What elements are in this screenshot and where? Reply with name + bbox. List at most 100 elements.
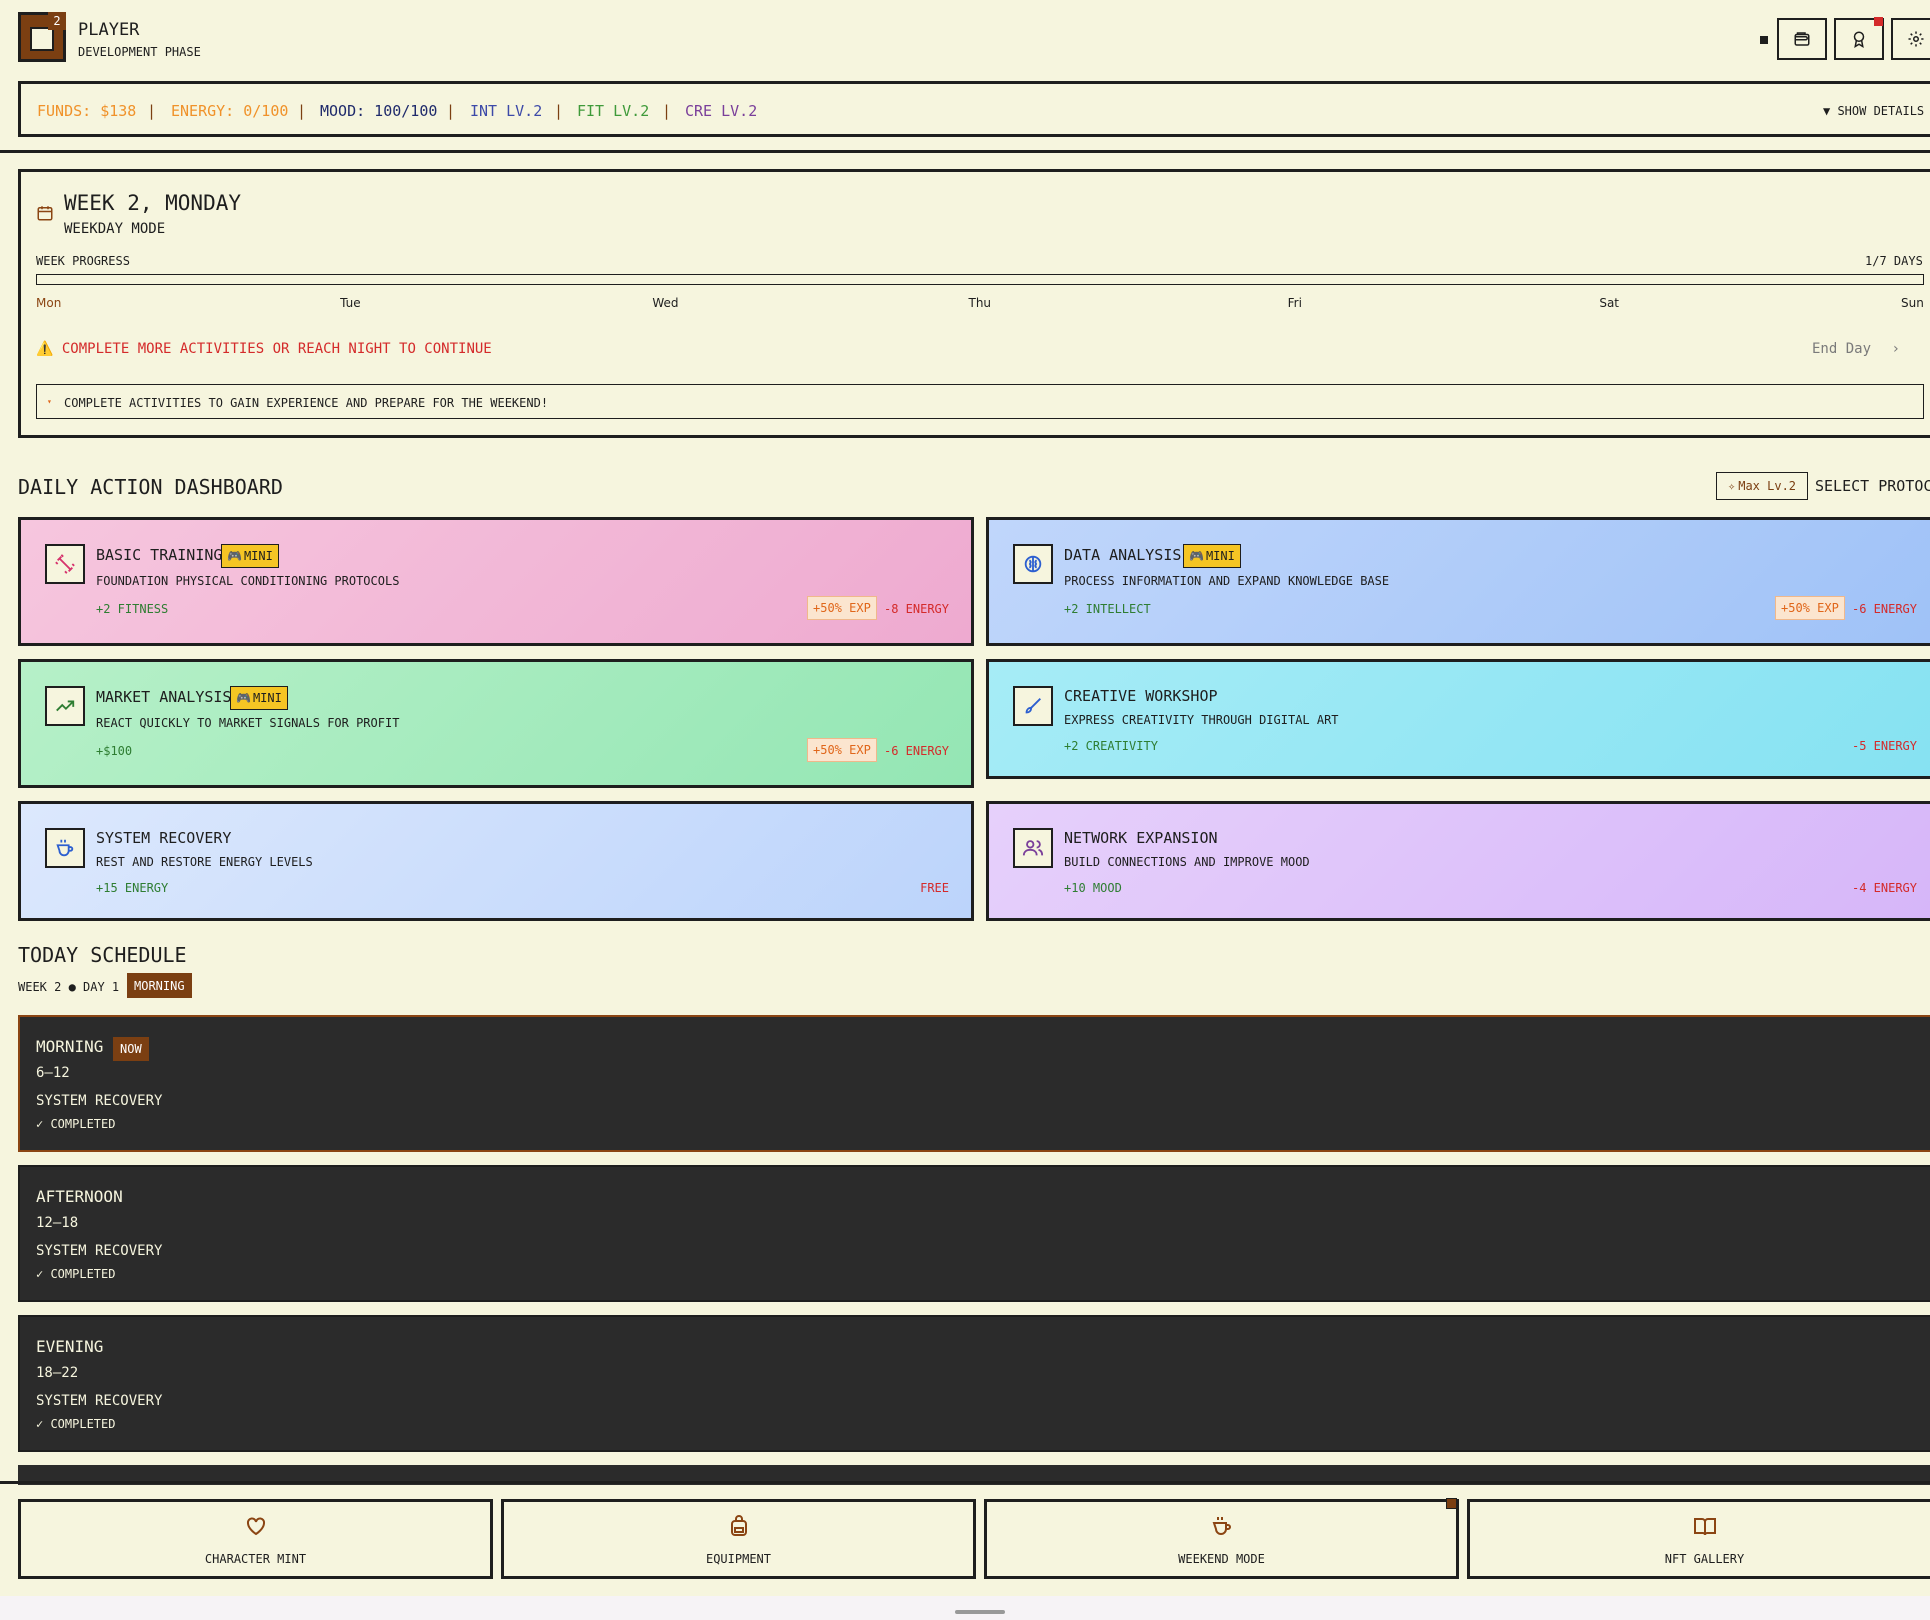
slot-activity: SYSTEM RECOVERY (36, 1393, 163, 1409)
nav-label: NFT GALLERY (1664, 1552, 1745, 1566)
card-cost: -5 ENERGY (1851, 739, 1917, 753)
users-icon (1013, 828, 1053, 868)
status-indicator (1760, 36, 1768, 44)
heart-icon (21, 1514, 490, 1538)
card-description: FOUNDATION PHYSICAL CONDITIONING PROTOCO… (96, 574, 400, 588)
day-label-tue: Tue (340, 296, 361, 310)
activity-card-network-expansion[interactable]: NETWORK EXPANSION BUILD CONNECTIONS AND … (986, 801, 1930, 921)
award-icon (1853, 31, 1865, 48)
divider (0, 150, 1930, 153)
day-label-mon: Mon (36, 296, 62, 310)
book-open-icon (1470, 1514, 1930, 1538)
card-title: CREATIVE WORKSHOP (1064, 687, 1218, 705)
stat-separator: | (554, 102, 564, 120)
calendar-icon (37, 206, 53, 221)
card-cost: -6 ENERGY (1851, 602, 1917, 616)
card-cost: -6 ENERGY (883, 744, 949, 758)
avatar[interactable]: 2 (18, 12, 66, 62)
end-day-label: End Day (1812, 341, 1872, 357)
schedule-slot-afternoon[interactable]: AFTERNOON 12–18 SYSTEM RECOVERY ✓ COMPLE… (18, 1165, 1930, 1302)
schedule-slot-evening[interactable]: EVENING 18–22 SYSTEM RECOVERY ✓ COMPLETE… (18, 1315, 1930, 1452)
week-mode: WEEKDAY MODE (64, 221, 166, 237)
wallet-button[interactable] (1777, 18, 1827, 60)
activity-card-system-recovery[interactable]: SYSTEM RECOVERY REST AND RESTORE ENERGY … (18, 801, 974, 921)
card-cost: FREE (920, 881, 949, 895)
card-title: BASIC TRAINING (96, 546, 223, 564)
mini-game-badge: 🎮 MINI (221, 544, 279, 568)
gamepad-icon: 🎮 (227, 549, 242, 563)
card-effect: +$100 (96, 744, 133, 758)
nav-nft-gallery[interactable]: NFT GALLERY (1467, 1499, 1930, 1579)
player-name: PLAYER (78, 20, 140, 40)
card-effect: +2 INTELLECT (1064, 602, 1151, 616)
avatar-frame (30, 27, 54, 51)
card-title: DATA ANALYSIS (1064, 546, 1182, 564)
day-label-sun: Sun (1901, 296, 1924, 310)
sparkle-icon: ✧ (1727, 479, 1736, 493)
stat-separator: | (297, 102, 307, 120)
progress-days: 1/7 DAYS (1865, 254, 1923, 268)
backpack-icon (504, 1514, 973, 1538)
trending-up-icon (45, 686, 85, 726)
stats-bar: FUNDS: $138 | ENERGY: 0/100 | MOOD: 100/… (18, 81, 1930, 137)
day-label-fri: Fri (1287, 296, 1302, 310)
nav-equipment[interactable]: EQUIPMENT (501, 1499, 976, 1579)
divider (0, 1481, 1930, 1484)
notification-dot (1446, 1498, 1457, 1509)
card-effect: +15 ENERGY (96, 881, 169, 895)
schedule-subtitle: WEEK 2 ● DAY 1 (18, 980, 120, 994)
card-effect: +2 CREATIVITY (1064, 739, 1158, 753)
slot-name: MORNING (36, 1037, 104, 1056)
day-label-sat: Sat (1599, 296, 1620, 310)
notification-dot (1874, 17, 1883, 26)
show-details-toggle[interactable]: ▼ SHOW DETAILS (1823, 104, 1924, 118)
nav-label: WEEKEND MODE (1178, 1552, 1265, 1566)
stat-separator: | (446, 102, 456, 120)
slot-status: ✓ COMPLETED (36, 1267, 116, 1281)
nav-character-mint[interactable]: CHARACTER MINT (18, 1499, 493, 1579)
slot-status: ✓ COMPLETED (36, 1417, 116, 1431)
chevron-right-icon: › (1891, 341, 1900, 357)
stat-cre: CRE LV.2 (685, 102, 758, 120)
schedule-title: TODAY SCHEDULE (18, 943, 187, 967)
activity-card-basic-training[interactable]: BASIC TRAINING 🎮 MINI FOUNDATION PHYSICAL… (18, 517, 974, 646)
card-description: EXPRESS CREATIVITY THROUGH DIGITAL ART (1064, 713, 1339, 727)
card-description: REACT QUICKLY TO MARKET SIGNALS FOR PROF… (96, 716, 400, 730)
card-description: REST AND RESTORE ENERGY LEVELS (96, 855, 313, 869)
slot-name: EVENING (36, 1337, 104, 1356)
nav-label: EQUIPMENT (705, 1552, 772, 1566)
select-protocol-label: SELECT PROTOCOL (1815, 477, 1930, 495)
home-indicator[interactable] (955, 1610, 1005, 1614)
stat-fit: FIT LV.2 (577, 102, 650, 120)
level-badge: 2 (48, 12, 66, 30)
exp-bonus-badge: +50% EXP (1775, 596, 1845, 620)
nav-label: CHARACTER MINT (204, 1552, 307, 1566)
activity-card-creative-workshop[interactable]: CREATIVE WORKSHOP EXPRESS CREATIVITY THR… (986, 659, 1930, 779)
gamepad-icon: 🎮 (1189, 549, 1204, 563)
activity-card-market-analysis[interactable]: MARKET ANALYSIS 🎮 MINI REACT QUICKLY TO M… (18, 659, 974, 788)
progress-label: WEEK PROGRESS (36, 254, 130, 268)
exp-bonus-badge: +50% EXP (807, 596, 877, 620)
stat-energy: ENERGY: 0/100 (171, 102, 289, 120)
dashboard-title: DAILY ACTION DASHBOARD (18, 475, 283, 499)
player-phase: DEVELOPMENT PHASE (78, 45, 201, 59)
slot-status: ✓ COMPLETED (36, 1117, 116, 1131)
stat-int: INT LV.2 (470, 102, 543, 120)
settings-icon (1908, 31, 1924, 47)
bulb-icon: ▾ (47, 397, 52, 406)
card-title: SYSTEM RECOVERY (96, 829, 232, 847)
stat-separator: | (147, 102, 157, 120)
warning-message: ⚠️ COMPLETE MORE ACTIVITIES OR REACH NIG… (36, 341, 492, 357)
end-day-button[interactable]: End Day › (1812, 341, 1900, 357)
wallet-icon (1794, 32, 1810, 46)
mini-game-badge: 🎮 MINI (230, 686, 288, 710)
slot-activity: SYSTEM RECOVERY (36, 1093, 163, 1109)
schedule-slot-morning[interactable]: MORNING NOW 6–12 SYSTEM RECOVERY ✓ COMPL… (18, 1015, 1930, 1152)
brush-icon (1013, 686, 1053, 726)
nav-weekend-mode[interactable]: WEEKEND MODE (984, 1499, 1459, 1579)
slot-time: 6–12 (36, 1065, 70, 1081)
stat-mood: MOOD: 100/100 (320, 102, 438, 120)
brain-icon (1013, 544, 1053, 584)
settings-button[interactable] (1891, 18, 1930, 60)
activity-card-data-analysis[interactable]: DATA ANALYSIS 🎮 MINI PROCESS INFORMATION … (986, 517, 1930, 646)
